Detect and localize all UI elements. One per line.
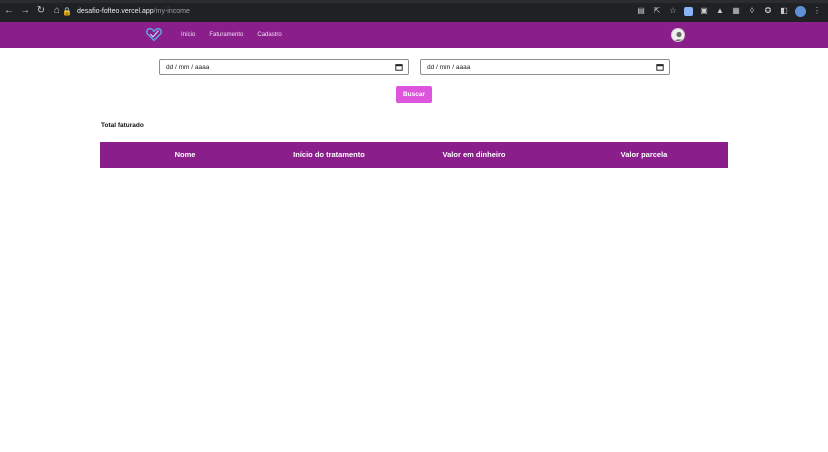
extension-icon[interactable]: ▣ — [699, 6, 709, 16]
share-icon[interactable]: ⇱ — [652, 6, 662, 16]
column-header-valor-dinheiro: Valor em dinheiro — [442, 150, 506, 159]
calendar-icon[interactable] — [656, 63, 664, 71]
extension-icon[interactable]: ◊ — [747, 6, 757, 16]
main-menu: Início Faturamento Cadastro — [181, 22, 282, 48]
reload-icon[interactable]: ↻ — [34, 4, 48, 18]
extension-icon[interactable]: ▦ — [731, 6, 741, 16]
back-arrow-icon[interactable]: ← — [2, 4, 16, 18]
user-avatar[interactable] — [671, 28, 685, 42]
extension-icon[interactable] — [684, 6, 693, 16]
column-header-nome: Nome — [174, 150, 196, 159]
star-icon[interactable]: ☆ — [668, 6, 678, 16]
calendar-icon[interactable] — [395, 63, 403, 71]
column-header-valor-parcela: Valor parcela — [620, 150, 668, 159]
tab-strip — [0, 0, 828, 3]
menu-item-faturamento[interactable]: Faturamento — [209, 32, 243, 38]
menu-item-inicio[interactable]: Início — [181, 32, 195, 38]
end-date-placeholder: dd / mm / aaaa — [427, 63, 471, 71]
end-date-input[interactable]: dd / mm / aaaa — [420, 59, 670, 75]
url-host: desafio-fofteo.vercel.app — [77, 8, 154, 15]
url-path: /my-income — [153, 8, 190, 15]
page-title: Total faturado — [101, 122, 144, 129]
url-text: desafio-fofteo.vercel.app/my-income — [77, 8, 190, 15]
app-navbar: Início Faturamento Cadastro — [0, 22, 828, 48]
browser-toolbar: ← → ↻ ⌂ 🔒 desafio-fofteo.vercel.app/my-i… — [0, 0, 828, 22]
translate-icon[interactable]: ▤ — [636, 6, 646, 16]
search-button[interactable]: Buscar — [396, 86, 432, 103]
user-icon — [674, 31, 684, 41]
forward-arrow-icon[interactable]: → — [18, 4, 32, 18]
puzzle-icon[interactable]: ✪ — [763, 6, 773, 16]
menu-item-cadastro[interactable]: Cadastro — [257, 32, 281, 38]
column-header-inicio-tratamento: Início do tratamento — [293, 150, 365, 159]
start-date-input[interactable]: dd / mm / aaaa — [159, 59, 409, 75]
lock-icon: 🔒 — [62, 6, 72, 16]
start-date-placeholder: dd / mm / aaaa — [166, 63, 210, 71]
heart-logo-icon[interactable] — [145, 26, 163, 44]
sidebar-icon[interactable]: ◧ — [779, 6, 789, 16]
profile-avatar[interactable] — [795, 5, 806, 17]
extension-icon[interactable]: ▲ — [715, 6, 725, 16]
browser-actions: ▤ ⇱ ☆ ▣ ▲ ▦ ◊ ✪ ◧ ⋮ — [636, 5, 822, 17]
kebab-menu-icon[interactable]: ⋮ — [812, 6, 822, 16]
address-bar[interactable]: 🔒 desafio-fofteo.vercel.app/my-income — [62, 4, 642, 19]
table-header: Nome Início do tratamento Valor em dinhe… — [100, 142, 728, 168]
